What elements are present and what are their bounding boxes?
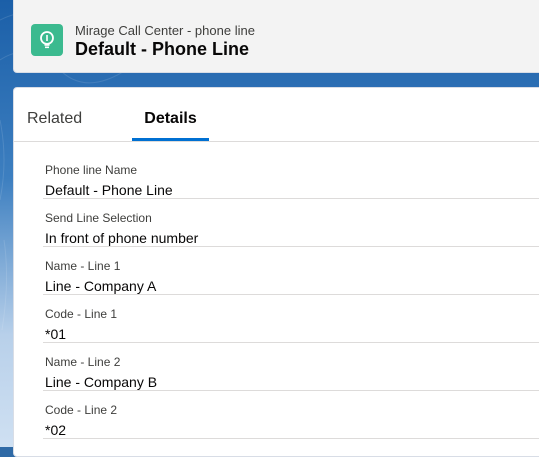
field-label: Code - Line 1 [45, 307, 118, 321]
record-header: Mirage Call Center - phone line Default … [13, 0, 539, 73]
field-name-line-2: Name - Line 2 Line - Company B [43, 343, 539, 391]
tab-bar: Related Details [14, 88, 539, 142]
field-value: Line - Company A [45, 278, 157, 294]
lightbulb-icon [31, 24, 63, 56]
field-label: Send Line Selection [45, 211, 152, 225]
field-value: Default - Phone Line [45, 182, 173, 198]
tab-details[interactable]: Details [132, 88, 209, 141]
field-code-line-2: Code - Line 2 *02 [43, 391, 539, 439]
field-value: In front of phone number [45, 230, 199, 246]
field-value: *02 [45, 422, 67, 438]
field-label: Name - Line 2 [45, 355, 121, 369]
record-title: Default - Phone Line [75, 39, 250, 59]
field-value: Line - Company B [45, 374, 158, 390]
tab-related[interactable]: Related [27, 88, 82, 140]
field-phone-line-name: Phone line Name Default - Phone Line [43, 151, 539, 199]
field-label: Phone line Name [45, 163, 138, 177]
field-label: Code - Line 2 [45, 403, 118, 417]
details-field-list: Phone line Name Default - Phone Line Sen… [43, 151, 539, 439]
field-value: *01 [45, 326, 67, 342]
field-label: Name - Line 1 [45, 259, 121, 273]
record-object-type: Mirage Call Center - phone line [75, 23, 255, 38]
field-name-line-1: Name - Line 1 Line - Company A [43, 247, 539, 295]
field-send-line-selection: Send Line Selection In front of phone nu… [43, 199, 539, 247]
field-code-line-1: Code - Line 1 *01 [43, 295, 539, 343]
